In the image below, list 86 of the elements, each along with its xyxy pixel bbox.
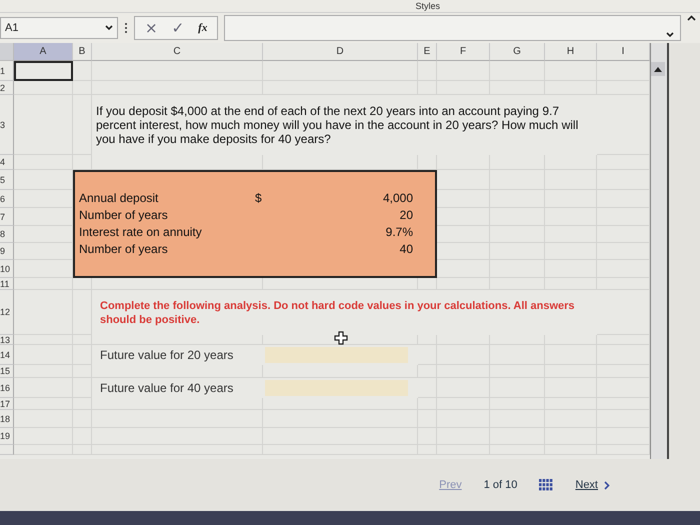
column-header[interactable]: G xyxy=(490,43,545,61)
row-header[interactable]: 17 xyxy=(0,398,14,410)
spreadsheet-cell[interactable] xyxy=(14,378,73,398)
insert-function-button[interactable]: fx xyxy=(198,22,208,34)
answer-field[interactable] xyxy=(265,380,408,396)
row-header[interactable]: 15 xyxy=(0,365,14,378)
collapse-icon[interactable] xyxy=(687,15,696,21)
row-header[interactable]: 1 xyxy=(0,61,14,81)
row-header[interactable]: 8 xyxy=(0,226,14,243)
spreadsheet-cell[interactable] xyxy=(14,290,73,335)
spreadsheet-cell[interactable] xyxy=(437,155,490,170)
currency-symbol: $ xyxy=(255,190,263,207)
input-label: Annual deposit xyxy=(79,190,160,207)
grid-icon[interactable] xyxy=(539,479,554,491)
spreadsheet-cell[interactable] xyxy=(73,61,92,81)
cancel-button[interactable]: × xyxy=(145,19,158,37)
instruction-text: Complete the following analysis. Do not hard code values in your calculations. All answers should be positive. xyxy=(99,298,576,326)
column-header[interactable]: F xyxy=(437,43,490,61)
row-header[interactable]: 5 xyxy=(0,170,14,190)
spreadsheet-cell[interactable] xyxy=(437,278,490,290)
name-box[interactable]: A1 xyxy=(0,17,118,39)
more-icon[interactable] xyxy=(124,22,128,34)
question-text: If you deposit $4,000 at the end of each of the next 20 years into an account paying 9.7 percent interest, how much money will you have in the account in 20 years? How much will you have if you make deposits for 40 years? xyxy=(95,104,580,146)
spreadsheet-cell[interactable] xyxy=(418,61,437,81)
column-header[interactable]: A xyxy=(14,43,73,61)
triangle-up-icon xyxy=(654,66,662,72)
formula-input[interactable] xyxy=(224,15,681,41)
column-header[interactable]: B xyxy=(73,43,92,61)
chevron-icon xyxy=(604,480,610,490)
spreadsheet-cell[interactable] xyxy=(14,410,73,428)
cursor-icon xyxy=(334,331,348,345)
answer-field[interactable] xyxy=(265,347,408,363)
input-label: Number of years xyxy=(79,207,169,224)
row-header[interactable]: 10 xyxy=(0,260,14,278)
input-label: Interest rate on annuity xyxy=(79,224,203,241)
spreadsheet-cell[interactable] xyxy=(14,81,73,95)
spreadsheet-cell[interactable] xyxy=(545,61,597,81)
spreadsheet-cell[interactable] xyxy=(14,428,73,445)
spreadsheet-cell[interactable] xyxy=(14,155,73,170)
caret-icon xyxy=(105,25,113,31)
row-header[interactable]: 7 xyxy=(0,208,14,226)
spreadsheet-cell[interactable] xyxy=(14,445,73,455)
row-header[interactable]: 13 xyxy=(0,335,14,345)
scroll-up-button[interactable] xyxy=(651,62,665,76)
row-header[interactable]: 6 xyxy=(0,190,14,208)
row-header[interactable]: 14 xyxy=(0,345,14,365)
column-header[interactable]: C xyxy=(92,43,263,61)
spreadsheet-cell[interactable] xyxy=(437,61,490,81)
answer-label: Future value for 20 years xyxy=(99,348,234,362)
spreadsheet-cell[interactable] xyxy=(14,345,73,365)
input-value: 9.7% xyxy=(386,224,413,241)
row-header[interactable]: 3 xyxy=(0,95,14,155)
next-link[interactable]: Next xyxy=(575,479,610,491)
selected-cell[interactable] xyxy=(14,61,73,81)
answer-label: Future value for 40 years xyxy=(99,381,234,395)
column-header[interactable]: D xyxy=(263,43,418,61)
spreadsheet-cell[interactable] xyxy=(263,61,418,81)
spreadsheet-cell[interactable] xyxy=(73,81,92,95)
spreadsheet-cell[interactable] xyxy=(14,365,73,378)
confirm-button[interactable]: ✓ xyxy=(172,19,184,37)
row-header[interactable]: 2 xyxy=(0,81,14,95)
row-header[interactable]: 18 xyxy=(0,410,14,428)
spreadsheet-cell[interactable] xyxy=(14,335,73,345)
spreadsheet-cell[interactable] xyxy=(14,398,73,410)
input-label: Number of years xyxy=(79,241,169,258)
column-header[interactable]: E xyxy=(418,43,437,61)
row-header[interactable]: 9 xyxy=(0,243,14,260)
spreadsheet-cell[interactable] xyxy=(14,278,73,290)
spreadsheet-cell[interactable] xyxy=(490,61,545,81)
row-header[interactable] xyxy=(0,445,14,455)
input-value: 4,000 xyxy=(382,190,413,207)
caret-icon xyxy=(666,32,674,38)
input-value: 20 xyxy=(400,207,413,224)
row-header[interactable]: 11 xyxy=(0,278,14,290)
spreadsheet-cell[interactable] xyxy=(14,95,73,155)
row-header[interactable]: 16 xyxy=(0,378,14,398)
page-position: 1 of 10 xyxy=(484,479,518,491)
input-value: 40 xyxy=(400,241,413,258)
column-header[interactable]: H xyxy=(545,43,597,61)
row-header[interactable]: 12 xyxy=(0,290,14,335)
row-header[interactable]: 4 xyxy=(0,155,14,170)
spreadsheet-cell[interactable] xyxy=(92,61,263,81)
ribbon-group-label: Styles xyxy=(415,0,440,12)
row-header[interactable]: 19 xyxy=(0,428,14,445)
column-header[interactable]: I xyxy=(597,43,650,61)
select-all-corner[interactable] xyxy=(0,43,14,61)
